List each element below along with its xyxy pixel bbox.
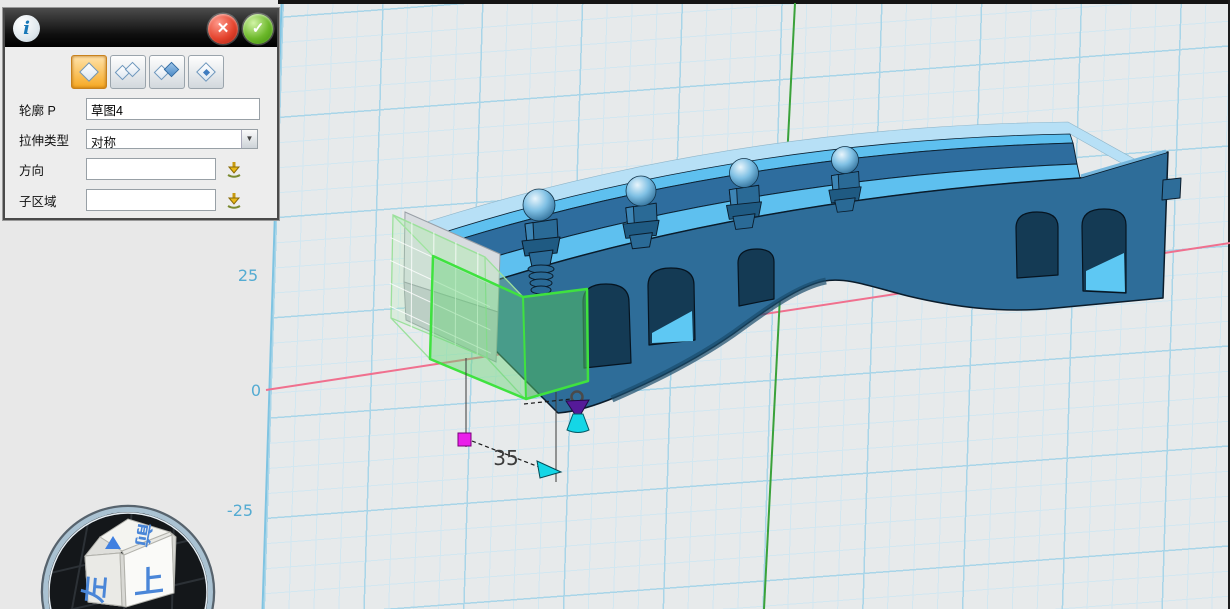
extrude-type-label: 拉伸类型	[19, 130, 86, 149]
axis-label-25: 25	[238, 266, 258, 285]
mode-to-point[interactable]	[188, 55, 224, 89]
dimension-start-handle[interactable]	[458, 433, 471, 446]
direction-input[interactable]	[86, 158, 216, 180]
app-window: 35 25 0 -25	[0, 0, 1230, 609]
nav-cube-face-left[interactable]: 左	[79, 574, 112, 604]
extrude-type-value: 对称	[91, 136, 116, 150]
preview-end-face	[523, 289, 588, 399]
axis-label-minus25: -25	[227, 501, 253, 520]
axis-value-labels: 25 0 -25	[227, 266, 261, 520]
subregion-input[interactable]	[86, 189, 216, 211]
pick-direction-icon[interactable]	[224, 160, 244, 178]
axis-label-0: 0	[251, 381, 261, 400]
end-block-tab	[1162, 178, 1181, 200]
extrude-type-row: 拉伸类型 对称 ▼	[19, 129, 277, 149]
confirm-button[interactable]: ✓	[243, 14, 273, 44]
subregion-label: 子区域	[19, 191, 86, 210]
profile-input[interactable]	[86, 98, 260, 120]
direction-row: 方向	[19, 158, 277, 180]
direction-label: 方向	[19, 160, 86, 179]
cancel-button[interactable]: ✕	[208, 14, 238, 44]
profile-label: 轮廓 P	[19, 100, 86, 119]
nav-cube[interactable]: 前 左 上	[42, 506, 220, 609]
subregion-row: 子区域	[19, 189, 277, 211]
extrude-type-select[interactable]: 对称 ▼	[86, 129, 258, 149]
mode-one-side[interactable]	[71, 55, 107, 89]
mode-two-side[interactable]	[110, 55, 146, 89]
arch-opening	[738, 249, 774, 306]
info-icon[interactable]: i	[13, 15, 40, 42]
nav-cube-face-up[interactable]: 上	[134, 563, 164, 602]
chevron-down-icon[interactable]: ▼	[241, 130, 257, 148]
dialog-titlebar[interactable]: i ✕ ✓	[5, 10, 277, 47]
viewport-top-border	[278, 0, 1230, 4]
extrude-dialog: i ✕ ✓ 轮廓 P 拉伸类型	[3, 8, 279, 220]
dimension-value[interactable]: 35	[493, 446, 518, 470]
arch-opening	[1016, 212, 1058, 278]
arch-opening	[583, 284, 631, 368]
diamond-icon	[79, 62, 99, 82]
dimension-arrow-handle[interactable]	[537, 461, 561, 478]
profile-row: 轮廓 P	[19, 98, 277, 120]
extrude-mode-toolbar	[71, 55, 277, 89]
mode-symmetric[interactable]	[149, 55, 185, 89]
pick-subregion-icon[interactable]	[224, 191, 244, 209]
drag-skirt-handle[interactable]	[567, 414, 589, 433]
